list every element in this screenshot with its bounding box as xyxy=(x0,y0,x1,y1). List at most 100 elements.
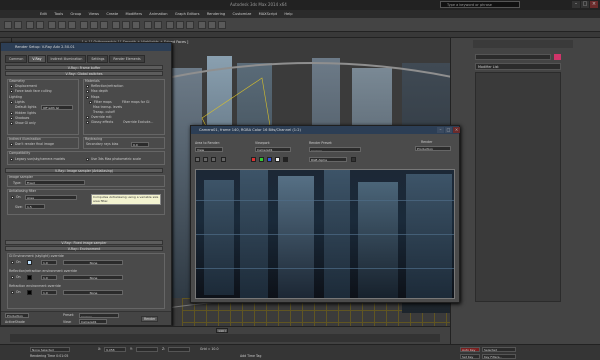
glossy-effects-checkbox[interactable] xyxy=(86,121,89,124)
rollout-frame-buffer[interactable]: V-Ray:: Frame buffer xyxy=(5,65,163,70)
rollout-fixed-sampler[interactable]: V-Ray:: Fixed image sampler xyxy=(5,240,163,245)
maps-checkbox[interactable] xyxy=(86,96,89,99)
refl-env-multiplier[interactable]: 1.0 xyxy=(41,275,57,280)
align-icon[interactable] xyxy=(154,21,162,29)
menu-rendering[interactable]: Rendering xyxy=(207,10,225,18)
refl-env-on-checkbox[interactable] xyxy=(11,276,14,279)
mono-channel-button[interactable] xyxy=(283,157,288,162)
force-backface-checkbox[interactable] xyxy=(10,90,13,93)
render-mode-dropdown[interactable]: Production xyxy=(5,313,29,318)
redo-icon[interactable] xyxy=(14,21,22,29)
refl-env-map-button[interactable]: None xyxy=(63,275,123,280)
tab-settings[interactable]: Settings xyxy=(87,55,109,63)
default-lights-dropdown[interactable]: Off with GI xyxy=(41,105,73,110)
auto-key-button[interactable]: Auto Key xyxy=(460,347,480,352)
percent-snap-icon[interactable] xyxy=(132,21,140,29)
select-icon[interactable] xyxy=(48,21,56,29)
viewport-dropdown[interactable]: Camera01 xyxy=(255,147,291,152)
color-swatch-icon[interactable] xyxy=(351,157,356,162)
key-filters-button[interactable]: Key Filters... xyxy=(482,354,516,359)
close-icon[interactable]: × xyxy=(590,1,598,8)
scale-icon[interactable] xyxy=(100,21,108,29)
sampler-type-dropdown[interactable]: Fixed xyxy=(25,180,85,185)
move-icon[interactable] xyxy=(80,21,88,29)
region-select-icon[interactable] xyxy=(68,21,76,29)
render-frame-icon[interactable] xyxy=(208,21,216,29)
add-time-tag[interactable]: Add Time Tag xyxy=(240,354,261,358)
legacy-sun-checkbox[interactable] xyxy=(10,158,13,161)
refl-env-color-swatch[interactable] xyxy=(27,275,32,280)
lights-checkbox[interactable] xyxy=(10,101,13,104)
menu-modifiers[interactable]: Modifiers xyxy=(126,10,142,18)
shadows-checkbox[interactable] xyxy=(10,117,13,120)
material-editor-icon[interactable] xyxy=(186,21,194,29)
mirror-icon[interactable] xyxy=(144,21,152,29)
menu-customize[interactable]: Customize xyxy=(232,10,251,18)
tab-render-elements[interactable]: Render Elements xyxy=(109,55,145,63)
frame-window-title[interactable]: Camera01, frame 140, RGBA Color 16 Bits/… xyxy=(191,126,460,134)
gi-env-on-checkbox[interactable] xyxy=(11,261,14,264)
z-coordinate[interactable] xyxy=(168,347,190,352)
render-preset-dropdown[interactable]: ---------- xyxy=(309,147,361,152)
dont-render-final-checkbox[interactable] xyxy=(10,143,13,146)
menu-create[interactable]: Create xyxy=(106,10,118,18)
view-dropdown[interactable]: Camera01 xyxy=(79,319,107,324)
clone-frame-icon[interactable] xyxy=(211,157,216,162)
snap-icon[interactable] xyxy=(112,21,120,29)
object-color-swatch[interactable] xyxy=(554,54,561,60)
unlink-icon[interactable] xyxy=(36,21,44,29)
gi-env-multiplier[interactable]: 1.0 xyxy=(41,260,57,265)
override-exclude-button[interactable]: Override Exclude... xyxy=(123,120,153,124)
aa-size-field[interactable]: 1.5 xyxy=(25,204,45,209)
selected-dropdown[interactable]: Selected xyxy=(482,347,516,352)
reflection-refraction-checkbox[interactable] xyxy=(86,85,89,88)
refr-env-multiplier[interactable]: 1.0 xyxy=(41,290,57,295)
modifier-list-dropdown[interactable]: Modifier List xyxy=(475,63,561,70)
menu-graph-editors[interactable]: Graph Editors xyxy=(175,10,200,18)
minimize-icon[interactable]: – xyxy=(437,127,444,133)
rollout-image-sampler[interactable]: V-Ray:: Image sampler (Antialiasing) xyxy=(5,168,163,173)
override-mtl-checkbox[interactable] xyxy=(86,116,89,119)
select-by-name-icon[interactable] xyxy=(58,21,66,29)
max-depth-checkbox[interactable] xyxy=(86,90,89,93)
track-bar[interactable] xyxy=(10,334,440,342)
red-channel-button[interactable] xyxy=(251,157,256,162)
menu-help[interactable]: Help xyxy=(284,10,292,18)
rotate-icon[interactable] xyxy=(90,21,98,29)
render-button[interactable]: Render xyxy=(141,316,159,322)
area-to-render-dropdown[interactable]: View xyxy=(195,147,223,152)
secondary-bias-field[interactable]: 0.0 xyxy=(131,142,149,147)
render-icon[interactable] xyxy=(218,21,226,29)
print-image-icon[interactable] xyxy=(221,157,226,162)
show-gi-only-checkbox[interactable] xyxy=(10,122,13,125)
menu-animation[interactable]: Animation xyxy=(149,10,167,18)
tab-indirect-illumination[interactable]: Indirect illumination xyxy=(46,55,87,63)
aa-filter-dropdown[interactable]: Area xyxy=(25,195,77,200)
link-icon[interactable] xyxy=(26,21,34,29)
undo-icon[interactable] xyxy=(4,21,12,29)
search-input[interactable]: Type a keyword or phrase xyxy=(440,1,520,8)
render-setup-icon[interactable] xyxy=(198,21,206,29)
refr-env-color-swatch[interactable] xyxy=(27,290,32,295)
gi-env-color-swatch[interactable] xyxy=(27,260,32,265)
displacement-checkbox[interactable] xyxy=(10,85,13,88)
menu-group[interactable]: Group xyxy=(70,10,81,18)
aa-on-checkbox[interactable] xyxy=(11,196,14,199)
rollout-global-switches[interactable]: V-Ray:: Global switches xyxy=(5,71,163,76)
command-panel-tabs[interactable] xyxy=(473,40,573,48)
refr-env-on-checkbox[interactable] xyxy=(11,291,14,294)
gi-env-map-button[interactable]: None xyxy=(63,260,123,265)
preset-dropdown[interactable]: ---------- xyxy=(79,313,119,318)
refr-env-map-button[interactable]: None xyxy=(63,290,123,295)
set-key-button[interactable]: Set Key xyxy=(460,354,480,359)
modifier-stack[interactable] xyxy=(475,72,561,302)
close-icon[interactable]: × xyxy=(453,127,460,133)
menu-tools[interactable]: Tools xyxy=(54,10,63,18)
render-setup-title[interactable]: Render Setup: V-Ray Adv 2.50.01 xyxy=(1,43,171,51)
rollout-environment[interactable]: V-Ray:: Environment xyxy=(5,246,163,251)
photometric-scale-checkbox[interactable] xyxy=(86,158,89,161)
channel-dropdown[interactable]: RGB Alpha xyxy=(309,157,347,162)
curve-editor-icon[interactable] xyxy=(176,21,184,29)
tab-common[interactable]: Common xyxy=(5,55,28,63)
green-channel-button[interactable] xyxy=(259,157,264,162)
